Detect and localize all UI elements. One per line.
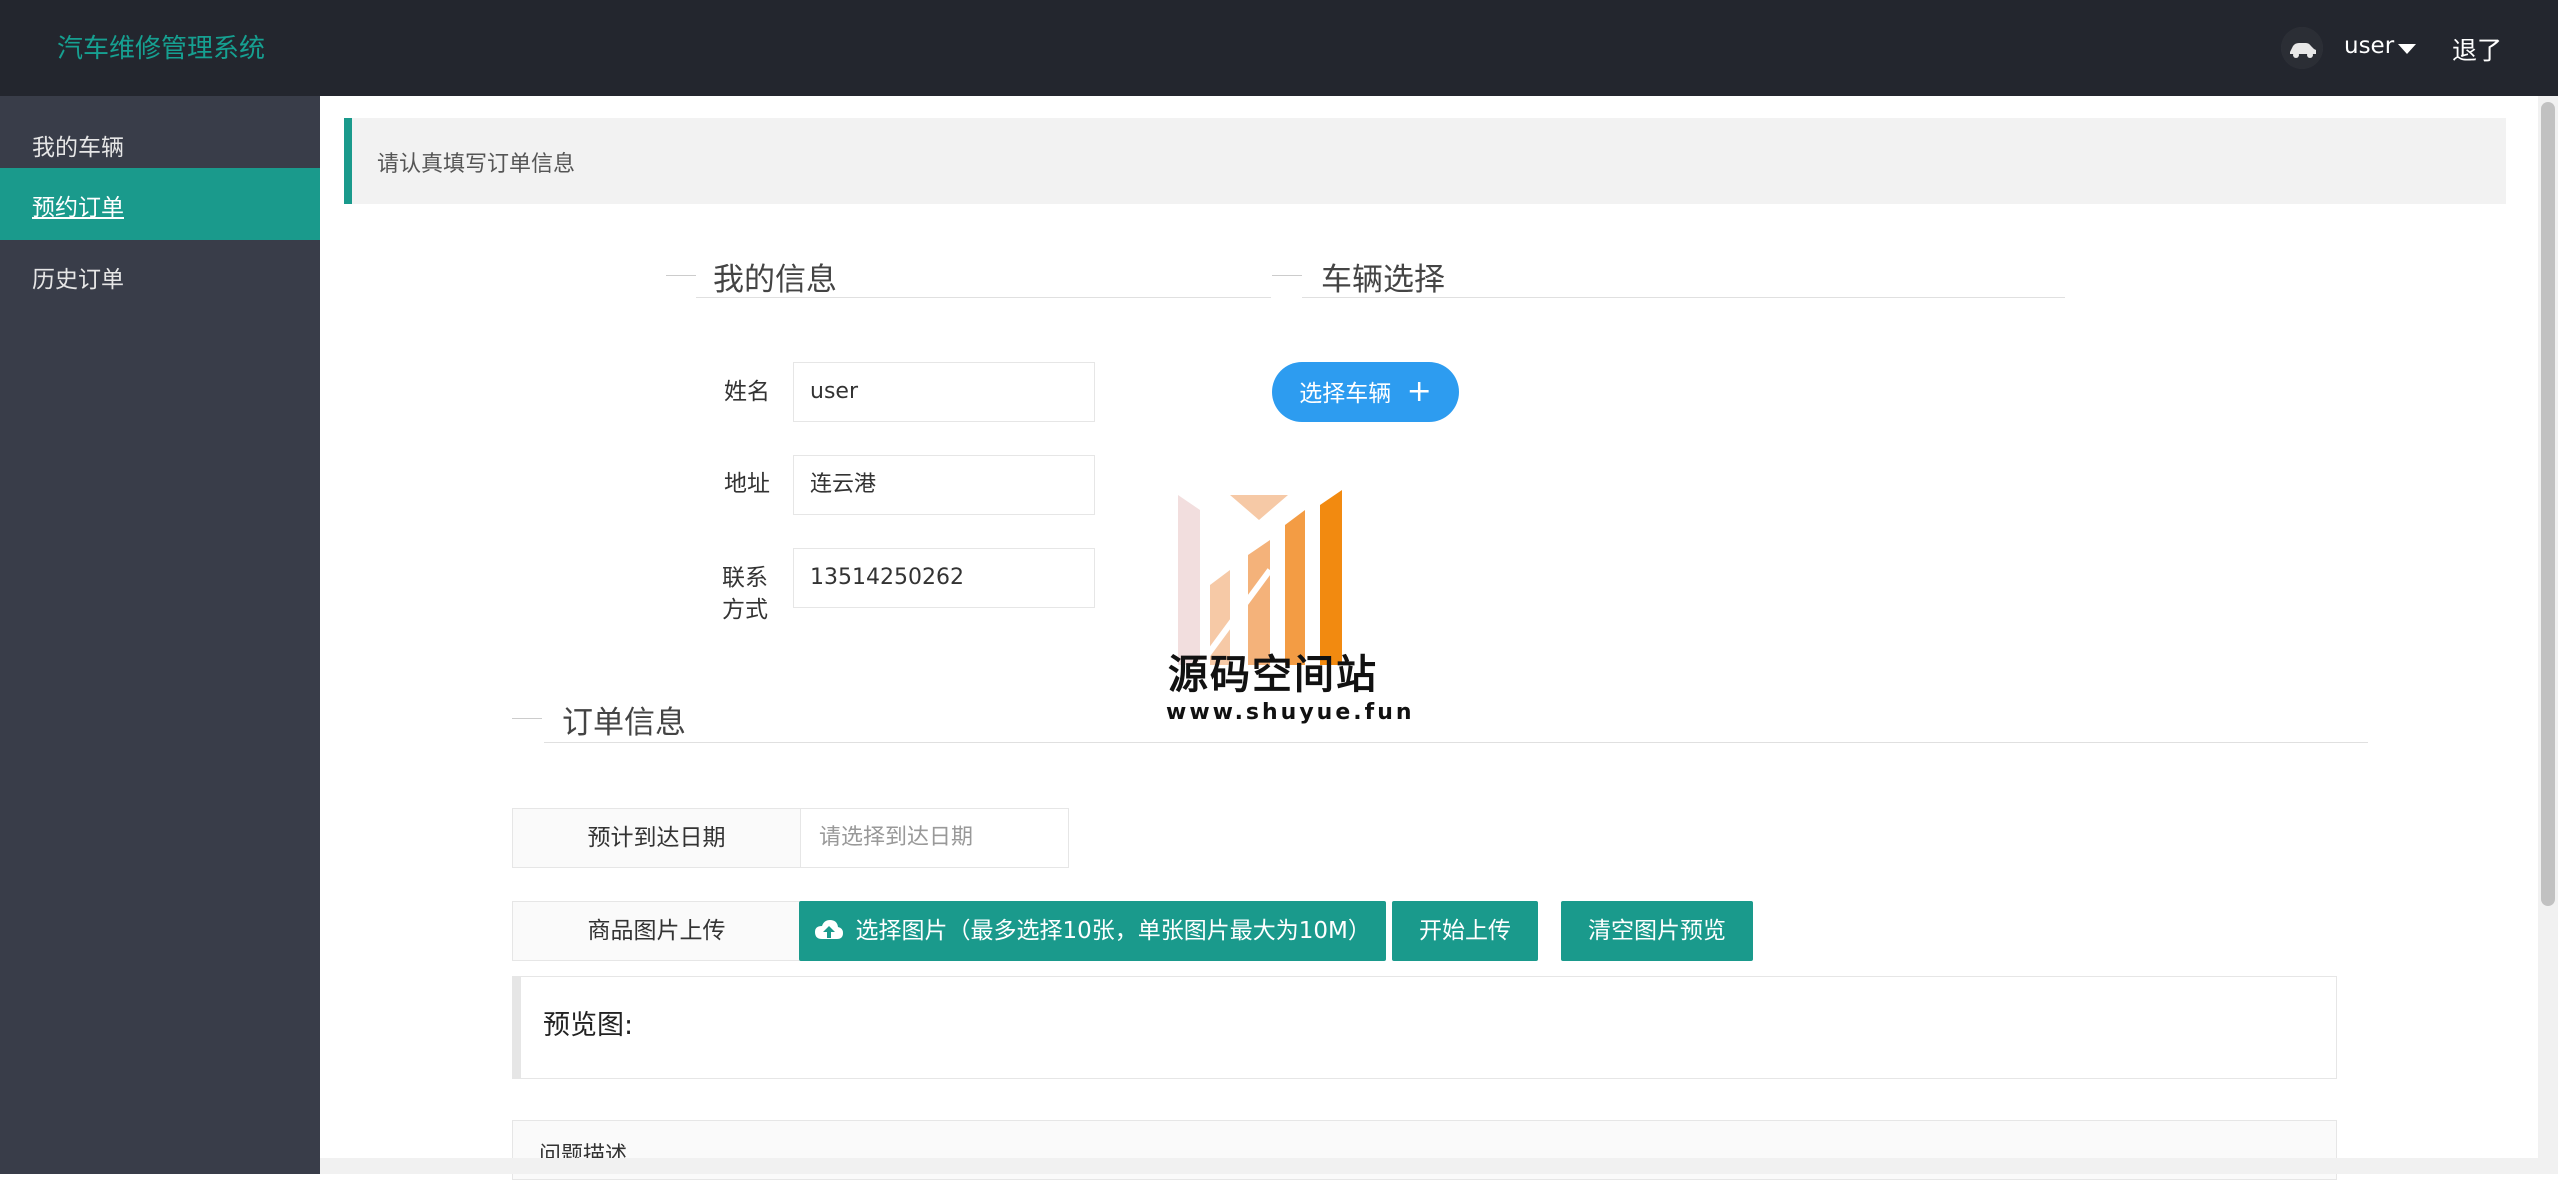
clear-preview-button[interactable]: 清空图片预览 <box>1561 901 1753 961</box>
vertical-scrollbar-thumb[interactable] <box>2541 102 2555 906</box>
app-title[interactable]: 汽车维修管理系统 <box>57 28 265 65</box>
select-vehicle-button[interactable]: 选择车辆 + <box>1272 362 1459 422</box>
section-divider <box>1302 297 2065 298</box>
section-dash <box>512 718 542 719</box>
sidebar: 我的车辆 预约订单 历史订单 <box>0 96 320 1174</box>
section-title-order-info: 订单信息 <box>562 705 686 741</box>
image-preview-box: 预览图: <box>512 976 2337 1079</box>
user-avatar[interactable] <box>2281 27 2323 69</box>
top-header: 汽车维修管理系统 user 退了 <box>0 0 2558 96</box>
section-divider <box>696 297 1271 298</box>
cloud-upload-icon <box>815 920 844 939</box>
section-divider <box>544 742 2368 743</box>
contact-label: 联系方式 <box>722 565 768 623</box>
image-upload-label: 商品图片上传 <box>512 901 801 961</box>
address-label: 地址 <box>724 471 770 497</box>
notice-banner: 请认真填写订单信息 <box>344 118 2506 204</box>
horizontal-scrollbar[interactable] <box>320 1158 2538 1174</box>
select-vehicle-label: 选择车辆 <box>1299 381 1392 407</box>
name-field[interactable]: user <box>793 362 1095 422</box>
section-dash <box>666 275 696 276</box>
section-dash <box>1272 275 1302 276</box>
user-menu[interactable]: user <box>2344 33 2394 59</box>
choose-images-label: 选择图片（最多选择10张，单张图片最大为10M） <box>855 918 1371 944</box>
watermark-title: 源码空间站 <box>1168 652 1378 698</box>
arrival-date-input[interactable]: 请选择到达日期 <box>800 808 1069 868</box>
sidebar-item-label: 我的车辆 <box>32 135 124 161</box>
section-title-vehicle: 车辆选择 <box>1321 262 1445 298</box>
preview-label: 预览图: <box>543 1010 634 1041</box>
contact-field[interactable]: 13514250262 <box>793 548 1095 608</box>
sidebar-item-booking-orders[interactable]: 预约订单 <box>0 168 320 240</box>
choose-images-button[interactable]: 选择图片（最多选择10张，单张图片最大为10M） <box>799 901 1386 961</box>
watermark-url: www.shuyue.fun <box>1166 700 1415 725</box>
sidebar-item-label: 预约订单 <box>32 195 124 221</box>
chevron-down-icon[interactable] <box>2398 44 2416 54</box>
notice-text: 请认真填写订单信息 <box>377 152 576 177</box>
sidebar-item-label: 历史订单 <box>32 267 124 293</box>
plus-icon: + <box>1406 374 1432 409</box>
name-label: 姓名 <box>724 379 770 405</box>
arrival-date-label: 预计到达日期 <box>512 808 801 868</box>
section-title-my-info: 我的信息 <box>713 262 837 298</box>
start-upload-button[interactable]: 开始上传 <box>1392 901 1538 961</box>
logout-link[interactable]: 退了 <box>2452 31 2502 67</box>
sidebar-item-history-orders[interactable]: 历史订单 <box>0 240 320 312</box>
car-avatar-icon <box>2281 27 2323 69</box>
address-field[interactable]: 连云港 <box>793 455 1095 515</box>
